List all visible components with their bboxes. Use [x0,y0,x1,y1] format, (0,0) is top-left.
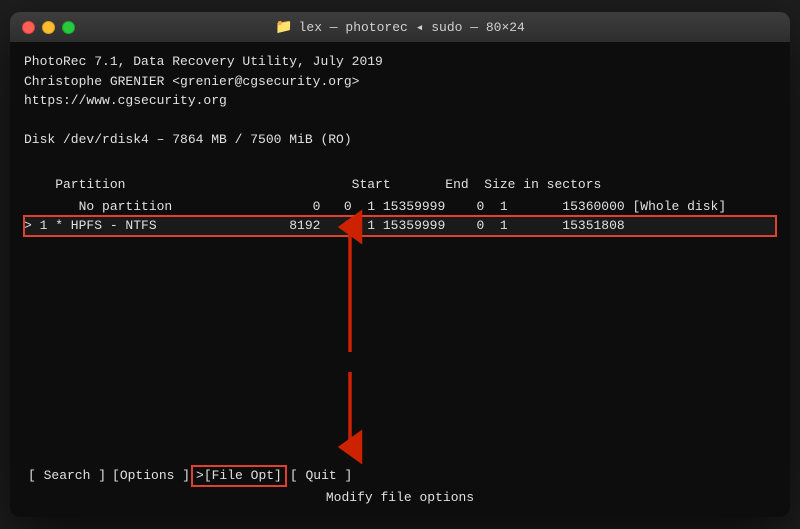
file-opt-button[interactable]: >[File Opt] [192,466,286,486]
maximize-button[interactable] [62,21,75,34]
minimize-button[interactable] [42,21,55,34]
title-text: lex — photorec ◂ sudo — 80×24 [299,20,525,35]
quit-button[interactable]: [ Quit ] [286,466,356,486]
terminal-body: PhotoRec 7.1, Data Recovery Utility, Jul… [10,42,790,517]
spacer [24,236,776,461]
line5: Disk /dev/rdisk4 – 7864 MB / 7500 MiB (R… [24,130,776,150]
line2: Christophe GRENIER <grenier@cgsecurity.o… [24,72,776,92]
partition-table: Partition Start End Size in sectors No p… [24,175,776,236]
modify-text: Modify file options [24,488,776,508]
line6 [24,150,776,170]
bottom-menu: [ Search ] [Options ] >[File Opt] [ Quit… [24,460,776,486]
line1: PhotoRec 7.1, Data Recovery Utility, Jul… [24,52,776,72]
titlebar-title: 📁 lex — photorec ◂ sudo — 80×24 [275,19,525,36]
terminal-window: 📁 lex — photorec ◂ sudo — 80×24 PhotoRec… [10,12,790,517]
line4 [24,111,776,131]
traffic-lights [22,21,75,34]
partition-row-selected[interactable]: > 1 * HPFS - NTFS 8192 0 1 15359999 0 1 … [24,216,776,236]
close-button[interactable] [22,21,35,34]
partition-header: Partition Start End Size in sectors [24,175,776,195]
search-button[interactable]: [ Search ] [24,466,110,486]
titlebar: 📁 lex — photorec ◂ sudo — 80×24 [10,12,790,42]
options-button[interactable]: [Options ] [110,466,192,486]
partition-row-nopart: No partition 0 0 1 15359999 0 1 15360000… [24,197,776,217]
folder-icon: 📁 [275,19,292,36]
line3: https://www.cgsecurity.org [24,91,776,111]
